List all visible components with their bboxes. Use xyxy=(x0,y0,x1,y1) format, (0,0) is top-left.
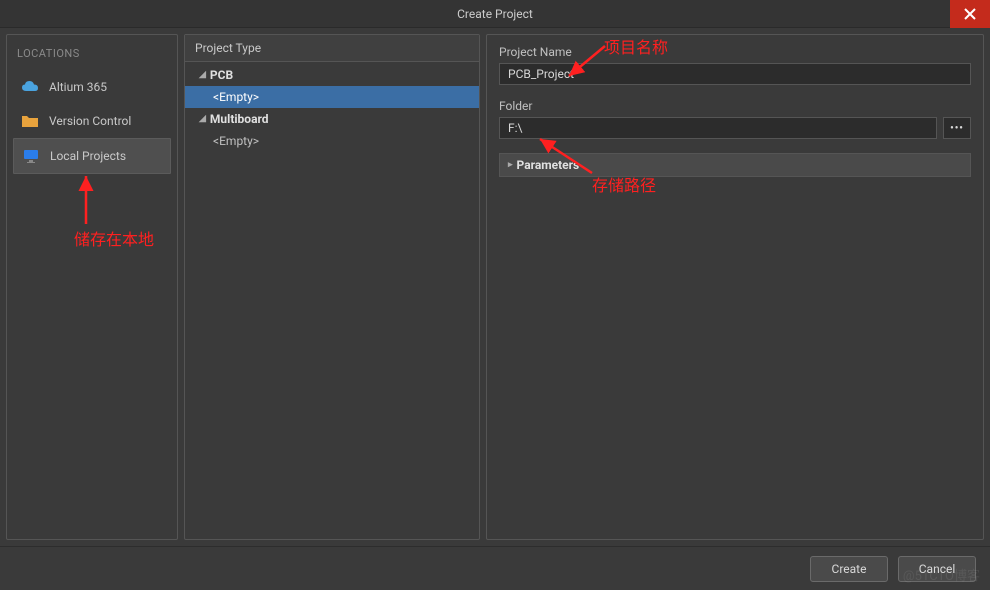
tree-group-multiboard[interactable]: ◢ Multiboard xyxy=(185,108,479,130)
locations-header: LOCATIONS xyxy=(13,41,171,70)
sidebar-item-local-projects[interactable]: Local Projects xyxy=(13,138,171,174)
caret-down-icon: ◢ xyxy=(199,114,206,124)
sidebar-item-version-control[interactable]: Version Control xyxy=(13,104,171,138)
tree-group-pcb[interactable]: ◢ PCB xyxy=(185,64,479,86)
parameters-expander[interactable]: ▸ Parameters xyxy=(499,153,971,177)
sidebar-item-label: Version Control xyxy=(49,114,131,128)
tree-item-pcb-empty[interactable]: <Empty> xyxy=(185,86,479,108)
sidebar-item-label: Altium 365 xyxy=(49,80,107,94)
caret-down-icon: ◢ xyxy=(199,70,206,80)
close-button[interactable] xyxy=(950,0,990,28)
project-type-panel: Project Type ◢ PCB <Empty> ◢ Multiboard … xyxy=(184,34,480,540)
form-panel: Project Name Folder ••• ▸ Parameters xyxy=(486,34,984,540)
folder-icon xyxy=(21,112,39,130)
close-icon xyxy=(964,8,976,20)
sidebar-item-label: Local Projects xyxy=(50,149,126,163)
dialog-footer: Create Cancel xyxy=(0,546,990,590)
ellipsis-icon: ••• xyxy=(950,123,964,134)
browse-button[interactable]: ••• xyxy=(943,117,971,139)
project-name-input[interactable] xyxy=(499,63,971,85)
caret-right-icon: ▸ xyxy=(508,160,513,170)
titlebar: Create Project xyxy=(0,0,990,28)
folder-label: Folder xyxy=(499,99,971,113)
monitor-icon xyxy=(22,147,40,165)
create-button[interactable]: Create xyxy=(810,556,888,582)
cloud-icon xyxy=(21,78,39,96)
dialog-title: Create Project xyxy=(457,7,533,21)
project-type-header: Project Type xyxy=(185,35,479,62)
folder-input[interactable] xyxy=(499,117,937,139)
sidebar-item-altium365[interactable]: Altium 365 xyxy=(13,70,171,104)
project-name-label: Project Name xyxy=(499,45,971,59)
watermark: @51CTO博客 xyxy=(903,565,980,584)
tree-item-multiboard-empty[interactable]: <Empty> xyxy=(185,130,479,152)
locations-sidebar: LOCATIONS Altium 365 Version Control Loc… xyxy=(6,34,178,540)
project-type-tree: ◢ PCB <Empty> ◢ Multiboard <Empty> xyxy=(185,62,479,539)
